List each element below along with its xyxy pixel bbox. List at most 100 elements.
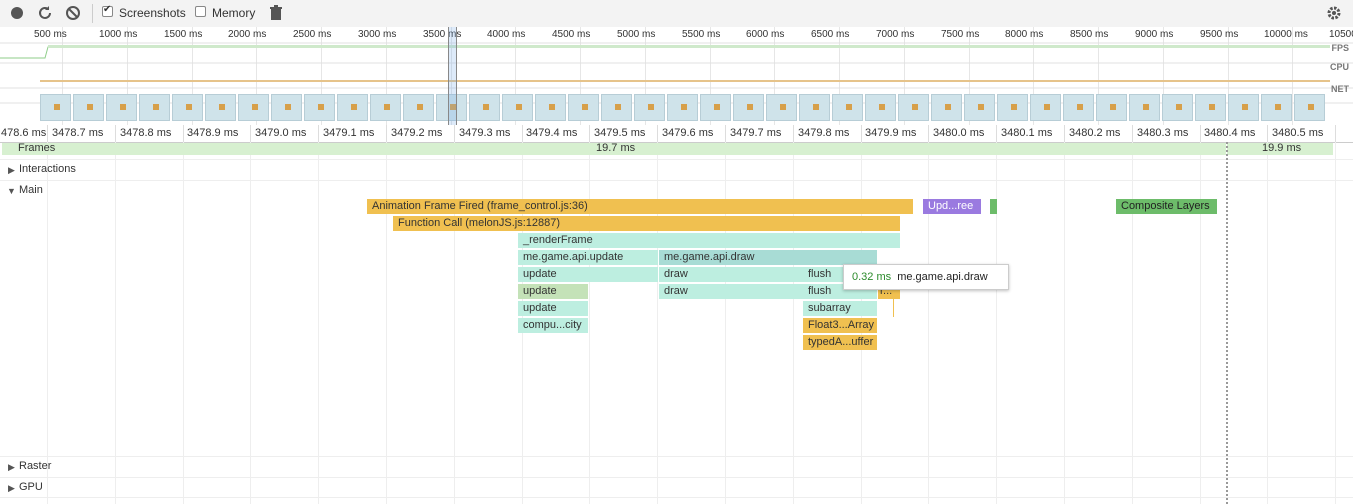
screenshot-thumbnail[interactable] [634,94,665,121]
screenshot-thumbnail[interactable] [667,94,698,121]
event-update-3[interactable]: update [518,301,588,316]
expand-triangle-icon[interactable]: ▶ [8,483,15,494]
screenshot-thumbnail[interactable] [535,94,566,121]
overview-tick-label: 1500 ms [164,29,203,40]
screenshot-thumbnail[interactable] [1129,94,1160,121]
event-compute-velocity[interactable]: compu...city [518,318,588,333]
event-subarray[interactable]: subarray [803,301,877,316]
raster-label: Raster [19,460,52,472]
frame-duration-2: 19.9 ms [1262,142,1302,154]
screenshot-thumbnail[interactable] [1261,94,1292,121]
frames-track[interactable]: Frames 19.7 ms 19.9 ms [0,142,1353,156]
screenshot-thumbnail[interactable] [964,94,995,121]
overview-selection-window[interactable] [448,27,457,125]
ruler-tick-label: 3479.2 ms [391,127,443,139]
reload-icon[interactable] [37,5,53,21]
screenshot-thumbnail[interactable] [931,94,962,121]
gpu-track[interactable]: ▶ GPU [0,477,1353,498]
event-composite-layers[interactable]: Composite Layers [1116,199,1217,214]
ruler-tick-label: 3479.1 ms [323,127,375,139]
overview-tick-label: 9500 ms [1200,29,1239,40]
overview-tick-label: 10500 ms [1329,29,1353,40]
clear-icon[interactable] [65,5,81,21]
screenshot-thumbnail[interactable] [106,94,137,121]
screenshot-thumbnail[interactable] [832,94,863,121]
event-animation-frame-fired[interactable]: Animation Frame Fired (frame_control.js:… [367,199,913,214]
screenshot-thumbnail[interactable] [370,94,401,121]
screenshots-label[interactable]: Screenshots [119,6,186,20]
interactions-track[interactable]: ▶ Interactions [0,159,1353,180]
overview-tick-label: 6000 ms [746,29,785,40]
expand-triangle-icon[interactable]: ▶ [8,165,15,176]
thumbnail-sprite [978,104,984,110]
main-label: Main [19,184,43,196]
screenshot-thumbnail[interactable] [1162,94,1193,121]
screenshot-thumbnail[interactable] [40,94,71,121]
interactions-label: Interactions [19,163,76,175]
screenshot-thumbnail[interactable] [1096,94,1127,121]
screenshot-thumbnail[interactable] [601,94,632,121]
collapse-triangle-icon[interactable]: ▼ [7,186,16,196]
screenshot-thumbnail[interactable] [73,94,104,121]
event-update-layer-tree[interactable]: Upd...ree [923,199,981,214]
event-update-2[interactable]: update [518,284,588,299]
screenshot-thumbnail[interactable] [865,94,896,121]
ruler-tick-label: 3479.8 ms [798,127,850,139]
overview-tick-label: 500 ms [34,29,67,40]
ruler-tick-label: 3479.6 ms [662,127,714,139]
screenshot-thumbnail[interactable] [238,94,269,121]
memory-checkbox[interactable] [195,6,206,17]
thumbnail-sprite [879,104,885,110]
screenshot-thumbnail[interactable] [1294,94,1325,121]
screenshot-thumbnail[interactable] [1195,94,1226,121]
screenshot-thumbnail[interactable] [766,94,797,121]
ruler-tick-label: 3478.9 ms [187,127,239,139]
screenshot-thumbnail[interactable] [1030,94,1061,121]
screenshot-thumbnail[interactable] [997,94,1028,121]
event-function-call[interactable]: Function Call (melonJS.js:12887) [393,216,900,231]
ruler-tick [589,125,590,142]
frame-bar[interactable] [2,143,1333,155]
screenshot-thumbnail[interactable] [700,94,731,121]
overview-tick-label: 5500 ms [682,29,721,40]
overview-pane[interactable]: 500 ms 1000 ms 1500 ms 2000 ms 2500 ms 3000 m… [0,27,1353,126]
ruler-tick [725,125,726,142]
screenshot-thumbnail[interactable] [337,94,368,121]
thumbnail-sprite [318,104,324,110]
screenshot-thumbnail[interactable] [898,94,929,121]
thumbnail-sprite [285,104,291,110]
screenshot-thumbnail[interactable] [733,94,764,121]
screenshot-thumbnail[interactable] [205,94,236,121]
screenshot-thumbnail[interactable] [304,94,335,121]
screenshot-thumbnail[interactable] [568,94,599,121]
event-api-draw[interactable]: me.game.api.draw [659,250,877,265]
ruler-tick-label: 3478.8 ms [120,127,172,139]
trash-icon[interactable] [268,5,284,21]
expand-triangle-icon[interactable]: ▶ [8,462,15,473]
memory-label[interactable]: Memory [212,6,255,20]
record-icon[interactable] [9,5,25,21]
event-float32array[interactable]: Float3...Array [803,318,877,333]
event-update-1[interactable]: update [518,267,658,282]
frames-label: Frames [18,142,56,154]
event-typed-array-buffer[interactable]: typedA...uffer [803,335,877,350]
event-render-frame[interactable]: _renderFrame [518,233,900,248]
overview-tick-label: 10000 ms [1264,29,1308,40]
event-api-update[interactable]: me.game.api.update [518,250,658,265]
ruler-tick-label: 3479.7 ms [730,127,782,139]
screenshots-checkbox[interactable] [102,4,113,17]
raster-track[interactable]: ▶ Raster [0,456,1353,477]
gear-icon[interactable] [1326,5,1342,21]
screenshot-thumbnail[interactable] [1228,94,1259,121]
screenshot-thumbnail[interactable] [502,94,533,121]
screenshot-thumbnail[interactable] [139,94,170,121]
ruler-tick [250,125,251,142]
screenshot-thumbnail[interactable] [1063,94,1094,121]
event-paint-small[interactable] [990,199,997,214]
screenshot-thumbnail[interactable] [271,94,302,121]
screenshot-thumbnail[interactable] [172,94,203,121]
screenshot-thumbnail[interactable] [799,94,830,121]
screenshot-thumbnail[interactable] [469,94,500,121]
screenshot-thumbnail[interactable] [403,94,434,121]
ruler-tick [47,125,48,142]
